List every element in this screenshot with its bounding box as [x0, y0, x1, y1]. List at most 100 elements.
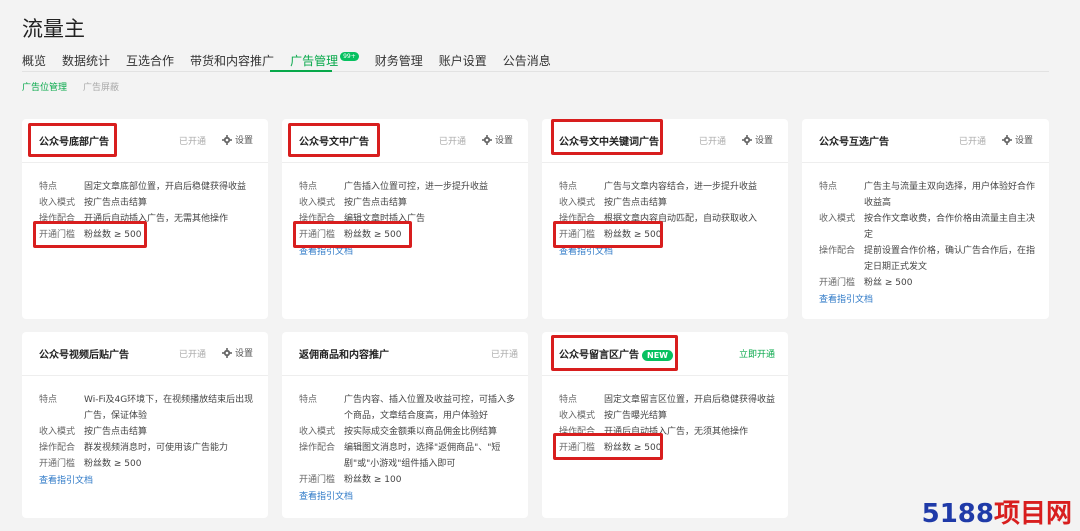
info-row: 收入模式 按广告点击结算 [299, 195, 516, 211]
notification-badge: 99+ [340, 52, 359, 61]
gear-icon [222, 134, 232, 145]
settings-label: 设置 [235, 349, 254, 359]
info-row: 开通门槛 粉丝数 ≥ 100 [299, 472, 516, 488]
status-label: 已开通 [179, 137, 207, 147]
highlight-box-title [28, 123, 117, 157]
card-body: 特点 广告主与流量主双向选择，用户体验好合作收益高 收入模式 按合作文章收费，合作价… [819, 179, 1037, 308]
watermark-number: 5188 [921, 499, 994, 529]
row-key: 操作配合 [39, 443, 76, 453]
tab-commerce[interactable]: 带货和内容推广 [190, 52, 274, 73]
card-title: 公众号互选广告 [819, 137, 889, 148]
row-value: 按广告点击结算 [344, 198, 408, 208]
status-label: 已开通 [179, 350, 207, 360]
ad-card-mutual-select: 公众号互选广告 已开通 设置 特点 广告主与流量主双向选择，用户体验好合作收益高 … [802, 119, 1049, 319]
row-key: 操作配合 [299, 443, 336, 453]
row-key: 收入模式 [39, 427, 76, 437]
settings-button[interactable]: 设置 [222, 133, 253, 146]
row-value: 固定文章底部位置，开启后稳健获得收益 [84, 182, 247, 192]
info-row: 收入模式 按广告点击结算 [39, 195, 256, 211]
row-value: 按广告点击结算 [84, 198, 148, 208]
info-row: 收入模式 按合作文章收费，合作价格由流量主自主决定 [819, 211, 1037, 243]
info-row: 收入模式 按实际成交金额乘以商品佣金比例结算 [299, 424, 516, 440]
guide-doc-link[interactable]: 查看指引文档 [819, 292, 1037, 308]
info-row: 操作配合 提前设置合作价格，确认广告合作后，在指定日期正式发文 [819, 243, 1037, 275]
row-key: 开通门槛 [819, 278, 856, 288]
gear-icon [742, 134, 752, 145]
tab-announcements[interactable]: 公告消息 [503, 52, 551, 73]
tab-account-settings[interactable]: 账户设置 [439, 52, 487, 73]
status-label: 已开通 [699, 137, 727, 147]
nav-divider [22, 71, 1049, 72]
activate-now-button[interactable]: 立即开通 [739, 347, 775, 360]
info-row: 操作配合 编辑图文消息时，选择"返佣商品"、"短剧"或"小游戏"组件插入即可 [299, 440, 516, 472]
row-value: 粉丝数 ≥ 100 [344, 475, 402, 485]
active-tab-underline [270, 70, 332, 72]
row-value: 编辑图文消息时，选择"返佣商品"、"短剧"或"小游戏"组件插入即可 [344, 443, 501, 469]
subtab-ad-blocking[interactable]: 广告屏蔽 [83, 80, 119, 93]
row-value: 广告插入位置可控，进一步提升收益 [344, 182, 489, 192]
status-label: 已开通 [959, 137, 987, 147]
row-key: 收入模式 [39, 198, 76, 208]
row-key: 特点 [819, 182, 838, 192]
gear-icon [482, 134, 492, 145]
row-value: 按合作文章收费，合作价格由流量主自主决定 [864, 214, 1036, 240]
row-key: 收入模式 [559, 411, 596, 421]
guide-doc-link[interactable]: 查看指引文档 [299, 489, 516, 505]
row-key: 操作配合 [819, 246, 856, 256]
info-row: 开通门槛 粉丝数 ≥ 500 [39, 456, 256, 472]
settings-button[interactable]: 设置 [1002, 133, 1033, 146]
row-key: 特点 [299, 395, 318, 405]
row-value: 按广告点击结算 [84, 427, 148, 437]
info-row: 特点 Wi-Fi及4G环境下，在视频播放结束后出现广告，保证体验 [39, 392, 256, 424]
info-row: 收入模式 按广告曝光结算 [559, 408, 776, 424]
row-value: 粉丝数 ≥ 500 [84, 459, 142, 469]
tab-mutual-select[interactable]: 互选合作 [126, 52, 174, 73]
gear-icon [1002, 134, 1012, 145]
card-header: 公众号互选广告 已开通 设置 [802, 119, 1049, 163]
row-value: 按广告曝光结算 [604, 411, 668, 421]
row-key: 特点 [39, 182, 58, 192]
highlight-box-threshold [553, 433, 663, 460]
row-value: 粉丝 ≥ 500 [864, 278, 913, 288]
gear-icon [222, 347, 232, 358]
tab-ad-management-label: 广告管理 [290, 54, 339, 68]
row-value: 固定文章留言区位置，开启后稳健获得收益 [604, 395, 776, 405]
row-key: 特点 [39, 395, 58, 405]
row-key: 特点 [299, 182, 318, 192]
sub-nav: 广告位管理 广告屏蔽 [22, 80, 119, 93]
status-label: 已开通 [491, 350, 519, 360]
row-value: 按实际成交金额乘以商品佣金比例结算 [344, 427, 498, 437]
tab-stats[interactable]: 数据统计 [62, 52, 110, 73]
row-value: Wi-Fi及4G环境下，在视频播放结束后出现广告，保证体验 [84, 395, 254, 421]
tab-overview[interactable]: 概览 [22, 52, 46, 73]
settings-button[interactable]: 设置 [482, 133, 513, 146]
info-row: 开通门槛 粉丝 ≥ 500 [819, 275, 1037, 291]
card-header: 公众号视频后贴广告 已开通 设置 [22, 332, 268, 376]
settings-label: 设置 [495, 136, 514, 146]
settings-button[interactable]: 设置 [222, 346, 253, 359]
settings-label: 设置 [235, 136, 254, 146]
info-row: 收入模式 按广告点击结算 [39, 424, 256, 440]
row-key: 开通门槛 [39, 459, 76, 469]
settings-label: 设置 [1015, 136, 1034, 146]
highlight-box-title [551, 119, 663, 155]
row-key: 收入模式 [299, 427, 336, 437]
settings-button[interactable]: 设置 [742, 133, 773, 146]
tab-finance[interactable]: 财务管理 [375, 52, 423, 73]
guide-doc-link[interactable]: 查看指引文档 [39, 473, 256, 489]
subtab-ad-slot-management[interactable]: 广告位管理 [22, 80, 67, 93]
row-value: 广告主与流量主双向选择，用户体验好合作收益高 [864, 182, 1036, 208]
page-title: 流量主 [22, 17, 85, 41]
row-value: 广告内容、插入位置及收益可控，可插入多个商品，文章结合度高，用户体验好 [344, 395, 516, 421]
info-row: 操作配合 群发视频消息时，可使用该广告能力 [39, 440, 256, 456]
highlight-box-title [551, 335, 678, 371]
card-body: 特点 广告内容、插入位置及收益可控，可插入多个商品，文章结合度高，用户体验好 收入… [299, 392, 516, 505]
row-key: 特点 [559, 182, 578, 192]
row-key: 收入模式 [299, 198, 336, 208]
card-title: 返佣商品和内容推广 [299, 350, 389, 361]
ad-card-video-post: 公众号视频后贴广告 已开通 设置 特点 Wi-Fi及4G环境下，在视频播放结束后出… [22, 332, 268, 518]
highlight-box-threshold [293, 221, 412, 248]
row-key: 特点 [559, 395, 578, 405]
info-row: 特点 广告与文章内容结合，进一步提升收益 [559, 179, 776, 195]
settings-label: 设置 [755, 136, 774, 146]
